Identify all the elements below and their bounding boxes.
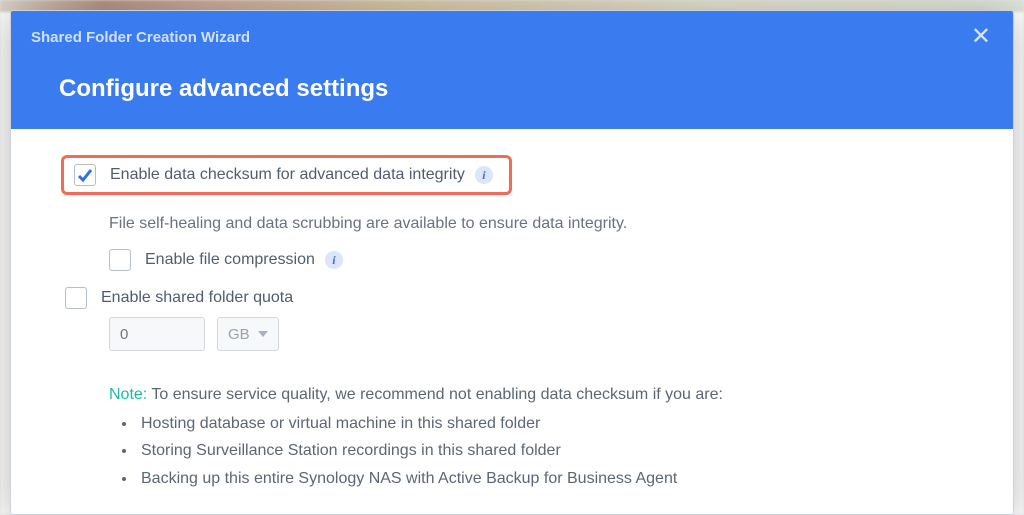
- note-item: Backing up this entire Synology NAS with…: [137, 465, 969, 492]
- quota-inputs: GB: [109, 317, 969, 351]
- wizard-title: Shared Folder Creation Wizard: [31, 29, 250, 46]
- quota-value-input[interactable]: [109, 317, 205, 351]
- note-item: Storing Surveillance Station recordings …: [137, 437, 969, 464]
- compression-checkbox[interactable]: [109, 249, 131, 271]
- note-block: Note: To ensure service quality, we reco…: [109, 381, 969, 492]
- chevron-down-icon: [258, 331, 268, 337]
- quota-row: Enable shared folder quota: [65, 287, 969, 309]
- compression-row: Enable file compression i: [109, 249, 969, 271]
- quota-unit-select[interactable]: GB: [217, 317, 279, 351]
- note-label: Note:: [109, 386, 147, 403]
- note-item: Hosting database or virtual machine in t…: [137, 410, 969, 437]
- quota-label: Enable shared folder quota: [101, 289, 293, 307]
- page-subtitle: Configure advanced settings: [11, 57, 1013, 129]
- compression-label: Enable file compression: [145, 251, 315, 269]
- note-intro: To ensure service quality, we recommend …: [151, 386, 723, 403]
- wizard-dialog: Shared Folder Creation Wizard ✕ Configur…: [10, 10, 1014, 515]
- highlighted-option: Enable data checksum for advanced data i…: [61, 155, 512, 195]
- dialog-content: Enable data checksum for advanced data i…: [11, 129, 1013, 514]
- quota-checkbox[interactable]: [65, 287, 87, 309]
- close-icon[interactable]: ✕: [967, 23, 995, 51]
- note-list: Hosting database or virtual machine in t…: [117, 410, 969, 492]
- checksum-description: File self-healing and data scrubbing are…: [109, 215, 969, 233]
- checkmark-icon: [77, 167, 93, 183]
- quota-unit-label: GB: [228, 326, 250, 343]
- info-icon[interactable]: i: [325, 251, 343, 269]
- title-bar: Shared Folder Creation Wizard ✕: [11, 11, 1013, 57]
- checksum-checkbox[interactable]: [74, 164, 96, 186]
- info-icon[interactable]: i: [475, 166, 493, 184]
- dialog-header: Shared Folder Creation Wizard ✕ Configur…: [11, 11, 1013, 129]
- checksum-label: Enable data checksum for advanced data i…: [110, 166, 465, 184]
